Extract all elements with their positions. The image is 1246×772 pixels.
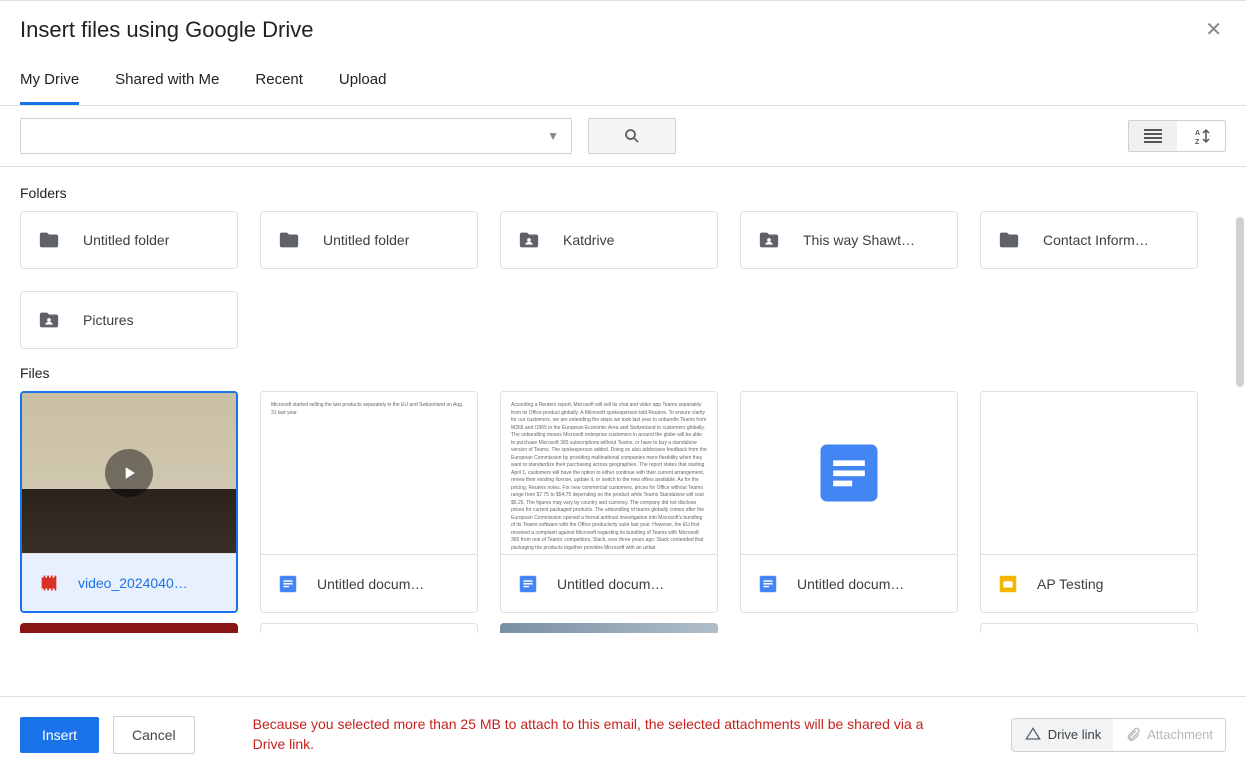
paperclip-icon	[1125, 727, 1141, 743]
file-tile[interactable]: Microsoft started selling the two produc…	[260, 391, 478, 613]
tab-shared-with-me[interactable]: Shared with Me	[115, 71, 219, 105]
file-name: video_2024040…	[78, 575, 188, 591]
drive-link-option[interactable]: Drive link	[1012, 719, 1113, 751]
shared-folder-icon	[37, 309, 61, 331]
docs-icon	[757, 573, 779, 595]
folder-tile[interactable]: This way Shawt…	[740, 211, 958, 269]
sort-az-icon: AZ	[1192, 127, 1210, 145]
attachment-option[interactable]: Attachment	[1113, 719, 1225, 751]
folder-name: Contact Inform…	[1043, 232, 1149, 248]
footer-bar: Insert Cancel Because you selected more …	[0, 696, 1246, 772]
attachment-mode-toggle: Drive link Attachment	[1011, 718, 1226, 752]
attachment-label: Attachment	[1147, 727, 1213, 742]
folder-name: This way Shawt…	[803, 232, 915, 248]
folder-tile[interactable]: Contact Inform…	[980, 211, 1198, 269]
insert-button[interactable]: Insert	[20, 717, 99, 753]
svg-text:Z: Z	[1195, 139, 1200, 145]
cancel-button[interactable]: Cancel	[113, 716, 195, 754]
tabs: My Drive Shared with Me Recent Upload	[0, 47, 1246, 106]
search-box: ▼	[20, 118, 572, 154]
file-tile[interactable]: AP Testing	[980, 391, 1198, 613]
size-warning-text: Because you selected more than 25 MB to …	[253, 715, 953, 754]
content-area: Folders Untitled folder Untitled folder …	[0, 167, 1246, 651]
file-preview: Microsoft started selling the two produc…	[261, 392, 477, 554]
doc-preview-text: According a Reuters report, Microsoft wi…	[501, 392, 717, 554]
search-button[interactable]	[588, 118, 676, 154]
folder-tile[interactable]: Untitled folder	[260, 211, 478, 269]
search-input[interactable]	[29, 119, 543, 153]
video-icon	[38, 572, 60, 594]
docs-icon	[517, 573, 539, 595]
folder-tile[interactable]: Untitled folder	[20, 211, 238, 269]
toolbar: ▼ AZ	[0, 106, 1246, 167]
folders-grid: Untitled folder Untitled folder Katdrive…	[20, 211, 1226, 349]
play-icon	[119, 463, 139, 483]
tab-upload[interactable]: Upload	[339, 71, 387, 105]
drive-link-label: Drive link	[1048, 727, 1101, 742]
folder-name: Katdrive	[563, 232, 614, 248]
file-preview	[981, 392, 1197, 554]
file-tile-peek[interactable]	[260, 623, 478, 633]
file-name: Untitled docum…	[557, 576, 664, 592]
files-grid-row2	[20, 623, 1226, 633]
file-tile[interactable]: video_2024040…	[20, 391, 238, 613]
file-tile-peek[interactable]	[980, 623, 1198, 633]
folder-tile[interactable]: Katdrive	[500, 211, 718, 269]
file-tile[interactable]: Untitled docum…	[740, 391, 958, 613]
tab-recent[interactable]: Recent	[255, 71, 303, 105]
shared-folder-icon	[517, 229, 541, 251]
docs-large-icon	[811, 435, 887, 511]
search-dropdown-arrow[interactable]: ▼	[543, 129, 563, 143]
dialog-title: Insert files using Google Drive	[20, 17, 313, 43]
folders-section-title: Folders	[20, 185, 1226, 201]
list-view-button[interactable]	[1129, 121, 1177, 151]
list-view-icon	[1144, 129, 1162, 143]
file-tile[interactable]: According a Reuters report, Microsoft wi…	[500, 391, 718, 613]
search-icon	[623, 127, 641, 145]
drive-icon	[1024, 727, 1042, 743]
close-button[interactable]: ✕	[1201, 17, 1226, 42]
scrollbar-thumb[interactable]	[1236, 217, 1244, 387]
docs-icon	[277, 573, 299, 595]
folder-name: Untitled folder	[83, 232, 169, 248]
tab-my-drive[interactable]: My Drive	[20, 71, 79, 105]
file-tile-peek[interactable]	[20, 623, 238, 633]
folder-icon	[997, 229, 1021, 251]
view-toggle: AZ	[1128, 120, 1226, 152]
folder-tile[interactable]: Pictures	[20, 291, 238, 349]
file-tile-peek[interactable]	[500, 623, 718, 633]
folder-name: Pictures	[83, 312, 134, 328]
doc-preview-text: Microsoft started selling the two produc…	[261, 392, 477, 554]
file-preview: According a Reuters report, Microsoft wi…	[501, 392, 717, 554]
folder-icon	[37, 229, 61, 251]
file-tile-peek	[740, 623, 958, 633]
sort-button[interactable]: AZ	[1177, 121, 1225, 151]
file-preview	[22, 393, 236, 553]
folder-icon	[277, 229, 301, 251]
shared-folder-icon	[757, 229, 781, 251]
files-section-title: Files	[20, 365, 1226, 381]
files-grid: video_2024040… Microsoft started selling…	[20, 391, 1226, 613]
slides-icon	[997, 573, 1019, 595]
folder-name: Untitled folder	[323, 232, 409, 248]
file-preview	[741, 392, 957, 554]
file-name: Untitled docum…	[797, 576, 904, 592]
file-name: AP Testing	[1037, 576, 1103, 592]
svg-text:A: A	[1195, 130, 1200, 137]
file-name: Untitled docum…	[317, 576, 424, 592]
play-overlay	[105, 449, 153, 497]
